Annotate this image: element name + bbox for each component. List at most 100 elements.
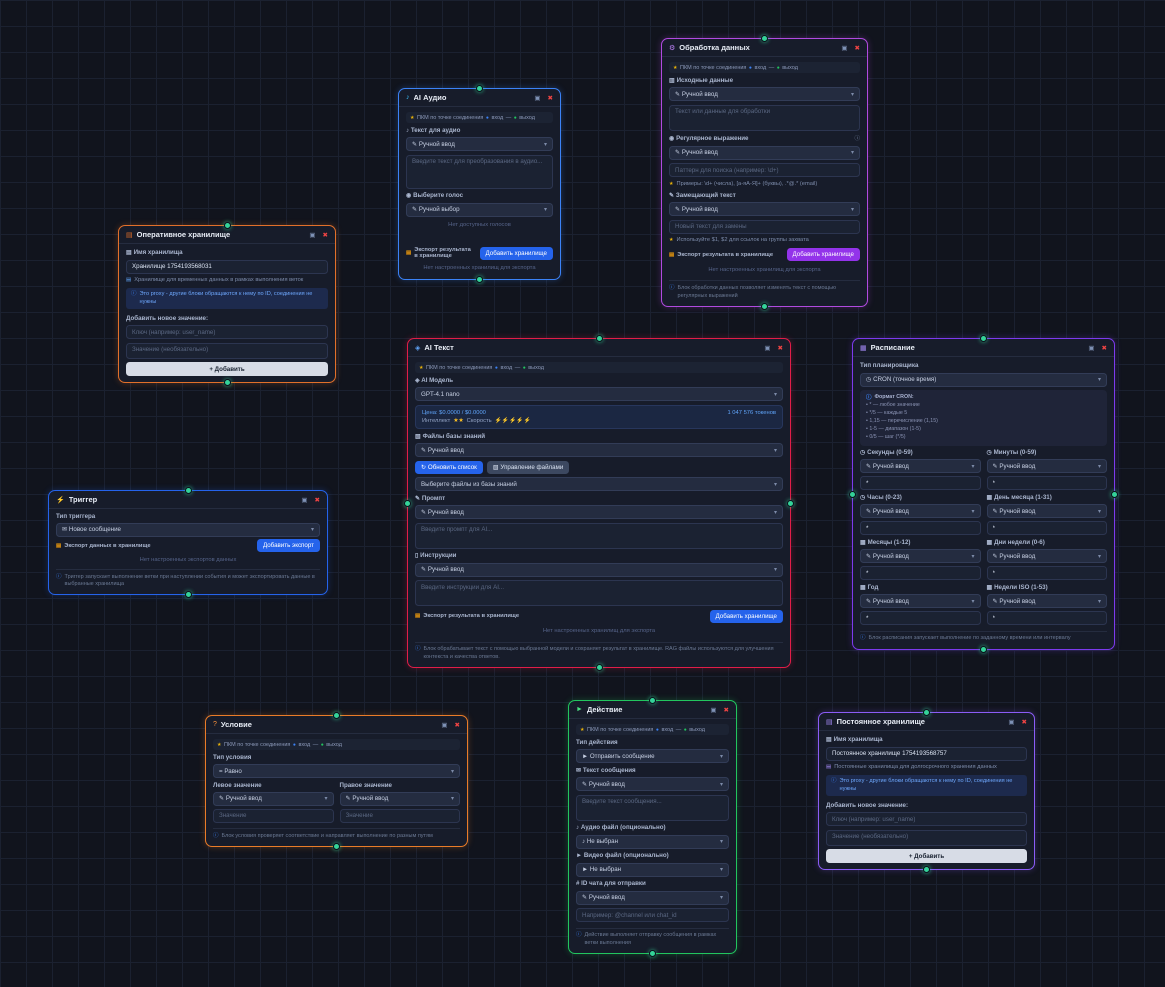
field-source-select[interactable]: ✎ Ручной ввод ▾ [860,459,981,473]
node-action[interactable]: ► Действие ▣ ✖ ★ ПКМ по точке соединения… [568,700,737,954]
add-storage-button[interactable]: Добавить хранилище [480,247,553,260]
scheduler-type-select[interactable]: ◷ CRON (точное время) ▾ [860,373,1107,387]
prompt-source-select[interactable]: ✎ Ручной ввод ▾ [415,505,783,519]
message-text-input[interactable] [576,795,729,821]
source-data-select[interactable]: ✎ Ручной ввод ▾ [669,87,860,101]
connection-port-bottom[interactable] [980,646,987,653]
field-value-input[interactable] [860,476,981,490]
chat-id-source-select[interactable]: ✎ Ручной ввод ▾ [576,891,729,905]
field-value-input[interactable] [987,566,1108,580]
node-ai-audio[interactable]: ♪ AI Аудио ▣ ✖ ★ ПКМ по точке соединения… [398,88,561,280]
action-type-select[interactable]: ► Отправить сообщение ▾ [576,749,729,763]
field-source-select[interactable]: ✎ Ручной ввод ▾ [987,594,1108,608]
connection-port-bottom[interactable] [596,664,603,671]
node-data-processing[interactable]: ⚙ Обработка данных ▣ ✖ ★ ПКМ по точке со… [661,38,868,307]
trigger-type-select[interactable]: ✉ Новое сообщение ▾ [56,523,320,537]
node-ai-text[interactable]: ◈ AI Текст ▣ ✖ ★ ПКМ по точке соединения… [407,338,791,668]
delete-node-icon[interactable]: ✖ [455,721,460,729]
chat-id-input[interactable] [576,908,729,922]
key-input[interactable] [126,325,328,339]
node-schedule[interactable]: ▦ Расписание ▣ ✖ Тип планировщика ◷ CRON… [852,338,1115,650]
refresh-files-button[interactable]: ↻ Обновить список [415,461,483,474]
audio-text-source-select[interactable]: ✎ Ручной ввод ▾ [406,137,553,151]
connection-port-top[interactable] [333,712,340,719]
field-value-input[interactable] [987,521,1108,535]
delete-node-icon[interactable]: ✖ [1022,718,1027,726]
connection-port-bottom[interactable] [333,843,340,850]
duplicate-node-icon[interactable]: ▣ [764,344,770,352]
left-value-input[interactable] [213,809,334,823]
delete-node-icon[interactable]: ✖ [323,231,328,239]
delete-node-icon[interactable]: ✖ [1102,344,1107,352]
connection-port-bottom[interactable] [649,950,656,957]
delete-node-icon[interactable]: ✖ [548,94,553,102]
node-editor-canvas[interactable]: ▤ Оперативное хранилище ▣ ✖ ▤ Имя хранил… [0,0,1165,987]
connection-port-right[interactable] [1111,491,1118,498]
connection-port-bottom[interactable] [185,591,192,598]
manage-files-button[interactable]: ▧ Управление файлами [487,461,569,474]
right-value-source-select[interactable]: ✎ Ручной ввод ▾ [340,792,461,806]
regex-help-icon[interactable]: ⓘ [854,134,860,142]
field-value-input[interactable] [860,521,981,535]
field-source-select[interactable]: ✎ Ручной ввод ▾ [987,549,1108,563]
storage-name-input[interactable] [826,747,1027,761]
connection-port-bottom[interactable] [761,303,768,310]
replace-text-input[interactable] [669,220,860,234]
delete-node-icon[interactable]: ✖ [855,44,860,52]
duplicate-node-icon[interactable]: ▣ [441,721,447,729]
value-input[interactable] [126,343,328,359]
delete-node-icon[interactable]: ✖ [778,344,783,352]
delete-node-icon[interactable]: ✖ [315,496,320,504]
connection-port-top[interactable] [476,85,483,92]
key-input[interactable] [826,812,1027,826]
left-value-source-select[interactable]: ✎ Ручной ввод ▾ [213,792,334,806]
regex-pattern-input[interactable] [669,163,860,177]
delete-node-icon[interactable]: ✖ [724,706,729,714]
storage-name-input[interactable] [126,260,328,274]
condition-type-select[interactable]: = Равно ▾ [213,764,460,778]
connection-port-top[interactable] [923,709,930,716]
connection-port-top[interactable] [761,35,768,42]
connection-port-top[interactable] [596,335,603,342]
connection-port-bottom[interactable] [224,379,231,386]
voice-select[interactable]: ✎ Ручной выбор ▾ [406,203,553,217]
right-value-input[interactable] [340,809,461,823]
add-storage-button[interactable]: Добавить хранилище [710,610,783,623]
duplicate-node-icon[interactable]: ▣ [710,706,716,714]
add-storage-button[interactable]: Добавить хранилище [787,248,860,261]
connection-port-left[interactable] [849,491,856,498]
add-export-button[interactable]: Добавить экспорт [257,539,320,552]
field-source-select[interactable]: ✎ Ручной ввод ▾ [987,459,1108,473]
add-value-button[interactable]: + Добавить [126,362,328,376]
connection-port-top[interactable] [980,335,987,342]
prompt-input[interactable] [415,523,783,549]
field-value-input[interactable] [860,611,981,625]
duplicate-node-icon[interactable]: ▣ [309,231,315,239]
audio-file-select[interactable]: ♪ Не выбран ▾ [576,835,729,849]
knowledge-files-source-select[interactable]: ✎ Ручной ввод ▾ [415,443,783,457]
instructions-input[interactable] [415,580,783,606]
ai-model-select[interactable]: GPT-4.1 nano ▾ [415,387,783,401]
connection-port-top[interactable] [224,222,231,229]
connection-port-top[interactable] [185,487,192,494]
field-value-input[interactable] [987,611,1108,625]
duplicate-node-icon[interactable]: ▣ [841,44,847,52]
add-value-button[interactable]: + Добавить [826,849,1027,863]
connection-port-right[interactable] [787,500,794,507]
duplicate-node-icon[interactable]: ▣ [534,94,540,102]
node-condition[interactable]: ? Условие ▣ ✖ ★ ПКМ по точке соединения … [205,715,468,847]
duplicate-node-icon[interactable]: ▣ [1088,344,1094,352]
field-value-input[interactable] [987,476,1108,490]
field-value-input[interactable] [860,566,981,580]
connection-port-top[interactable] [649,697,656,704]
value-input[interactable] [826,830,1027,846]
video-file-select[interactable]: ► Не выбран ▾ [576,863,729,877]
duplicate-node-icon[interactable]: ▣ [301,496,307,504]
field-source-select[interactable]: ✎ Ручной ввод ▾ [860,594,981,608]
knowledge-files-select[interactable]: Выберите файлы из базы знаний ▾ [415,477,783,491]
connection-port-left[interactable] [404,500,411,507]
field-source-select[interactable]: ✎ Ручной ввод ▾ [987,504,1108,518]
duplicate-node-icon[interactable]: ▣ [1008,718,1014,726]
source-data-input[interactable] [669,105,860,131]
instructions-source-select[interactable]: ✎ Ручной ввод ▾ [415,563,783,577]
